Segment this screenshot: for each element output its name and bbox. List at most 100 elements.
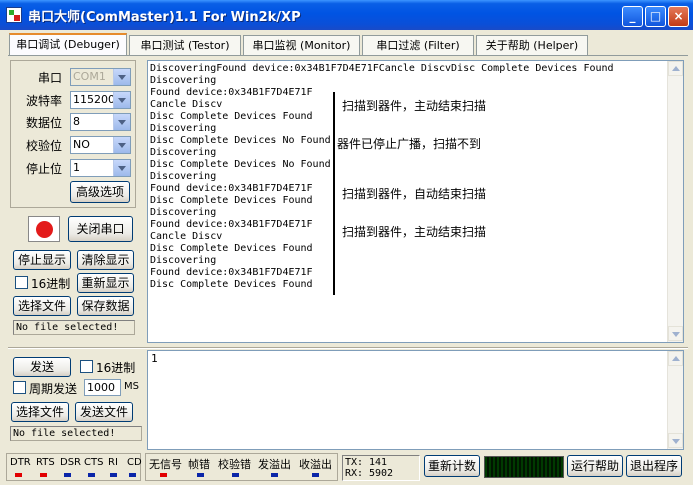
clear-display-button[interactable]: 清除显示 [77,250,134,270]
tab-divider [8,55,688,56]
send-file-status: No file selected! [10,426,142,441]
error-tx-overflow-label: 发溢出 [258,458,291,471]
scroll-down-icon[interactable] [668,433,683,448]
error-rx-overflow-label: 收溢出 [299,458,332,471]
scroll-up-icon[interactable] [668,61,683,76]
close-button[interactable]: × [668,6,689,27]
send-text: 1 [151,352,158,365]
parity-error-led [232,473,239,477]
send-textarea[interactable] [147,350,684,450]
tab-filter[interactable]: 串口过滤 (Filter) [362,35,474,55]
ri-led [110,473,117,477]
signal-cd-label: CD [127,457,142,468]
periodic-send-checkbox[interactable] [13,381,26,394]
databits-label: 数据位 [25,116,62,130]
stopbits-label: 停止位 [25,162,62,176]
save-data-button[interactable]: 保存数据 [77,296,134,316]
receive-log-line: Discovering [150,207,217,218]
annotation-bracket [333,92,335,295]
receive-log-line: Disc Complete Devices Found [150,279,313,290]
chevron-down-icon[interactable] [113,114,130,130]
parity-select[interactable]: NO [70,136,131,154]
receive-file-status: No file selected! [13,320,135,335]
annotation-4: 扫描到器件，主动结束扫描 [342,225,487,239]
send-select-file-button[interactable]: 选择文件 [11,402,69,422]
receive-log-line: DiscoveringFound device:0x34B1F7D4E71FCa… [150,63,614,74]
led-display-panel [484,456,564,478]
byte-counter: TX: 141 RX: 5902 [342,455,420,481]
scroll-up-icon[interactable] [668,351,683,366]
error-status-group: 无信号 帧错 校验错 发溢出 收溢出 [145,453,338,481]
signal-dsr-label: DSR [60,457,81,468]
parity-label: 校验位 [25,139,62,153]
error-no-signal-label: 无信号 [149,458,182,471]
frame-error-led [197,473,204,477]
receive-log-line: Discovering [150,171,217,182]
panel-separator [8,347,688,349]
stop-display-button[interactable]: 停止显示 [13,250,71,270]
tx-count: 141 [369,457,388,468]
exit-button[interactable]: 退出程序 [626,455,682,477]
stopbits-select[interactable]: 1 [70,159,131,177]
receive-log-line: Discovering [150,255,217,266]
close-port-button[interactable]: 关闭串口 [68,216,133,242]
receive-log-line: Found device:0x34B1F7D4E71F [150,267,313,278]
periodic-send-label: 周期发送 [29,382,78,396]
app-icon [6,7,22,23]
chevron-down-icon[interactable] [113,137,130,153]
receive-hex-checkbox[interactable] [15,276,28,289]
send-scrollbar[interactable] [667,351,683,449]
port-select[interactable]: COM1 [70,68,131,86]
tab-monitor[interactable]: 串口监视 (Monitor) [243,35,360,55]
baud-label: 波特率 [25,94,62,108]
tab-debuger[interactable]: 串口调试 (Debuger) [9,33,127,56]
receive-hex-label: 16进制 [31,277,71,291]
port-status-indicator [28,216,60,242]
no-signal-led [160,473,167,477]
tx-overflow-led [271,473,278,477]
redisplay-button[interactable]: 重新显示 [77,273,134,293]
rx-label: RX: [345,468,364,479]
period-input[interactable]: 1000 [84,379,121,396]
send-hex-checkbox[interactable] [80,360,93,373]
send-hex-label: 16进制 [96,361,136,375]
title-bar[interactable]: 串口大师(ComMaster)1.1 For Win2k/XP _ □ × [0,0,693,30]
signal-status-group: DTR RTS DSR CTS RI CD [6,453,142,481]
dtr-led [15,473,22,477]
port-label: 串口 [37,71,62,85]
baud-value: 115200 [73,93,115,106]
minimize-button[interactable]: _ [622,6,643,27]
signal-rts-label: RTS [36,457,55,468]
error-frame-label: 帧错 [188,458,210,471]
cts-led [88,473,95,477]
receive-log-line: Discovering [150,75,217,86]
databits-value: 8 [73,115,80,128]
run-help-button[interactable]: 运行帮助 [567,455,623,477]
stopbits-value: 1 [73,161,80,174]
send-button[interactable]: 发送 [13,357,71,377]
annotation-3: 扫描到器件，自动结束扫描 [342,187,487,201]
databits-select[interactable]: 8 [70,113,131,131]
tab-testor[interactable]: 串口测试 (Testor) [129,35,241,55]
receive-log-line: Discovering [150,123,217,134]
receive-log-line: Disc Complete Devices Found [150,243,313,254]
signal-ri-label: RI [108,457,118,468]
chevron-down-icon[interactable] [113,160,130,176]
baud-select[interactable]: 115200 [70,91,131,109]
rx-overflow-led [312,473,319,477]
tab-helper[interactable]: 关于帮助 (Helper) [476,35,588,55]
send-file-button[interactable]: 发送文件 [75,402,133,422]
recount-button[interactable]: 重新计数 [424,455,480,477]
receive-scrollbar[interactable] [667,61,683,342]
chevron-down-icon[interactable] [113,69,130,85]
receive-select-file-button[interactable]: 选择文件 [13,296,71,316]
signal-dtr-label: DTR [10,457,31,468]
maximize-button[interactable]: □ [645,6,666,27]
chevron-down-icon[interactable] [113,92,130,108]
scroll-down-icon[interactable] [668,326,683,341]
annotation-1: 扫描到器件，主动结束扫描 [342,99,487,113]
advanced-options-button[interactable]: 高级选项 [70,181,130,203]
signal-cts-label: CTS [84,457,104,468]
tx-label: TX: [345,457,364,468]
dsr-led [64,473,71,477]
